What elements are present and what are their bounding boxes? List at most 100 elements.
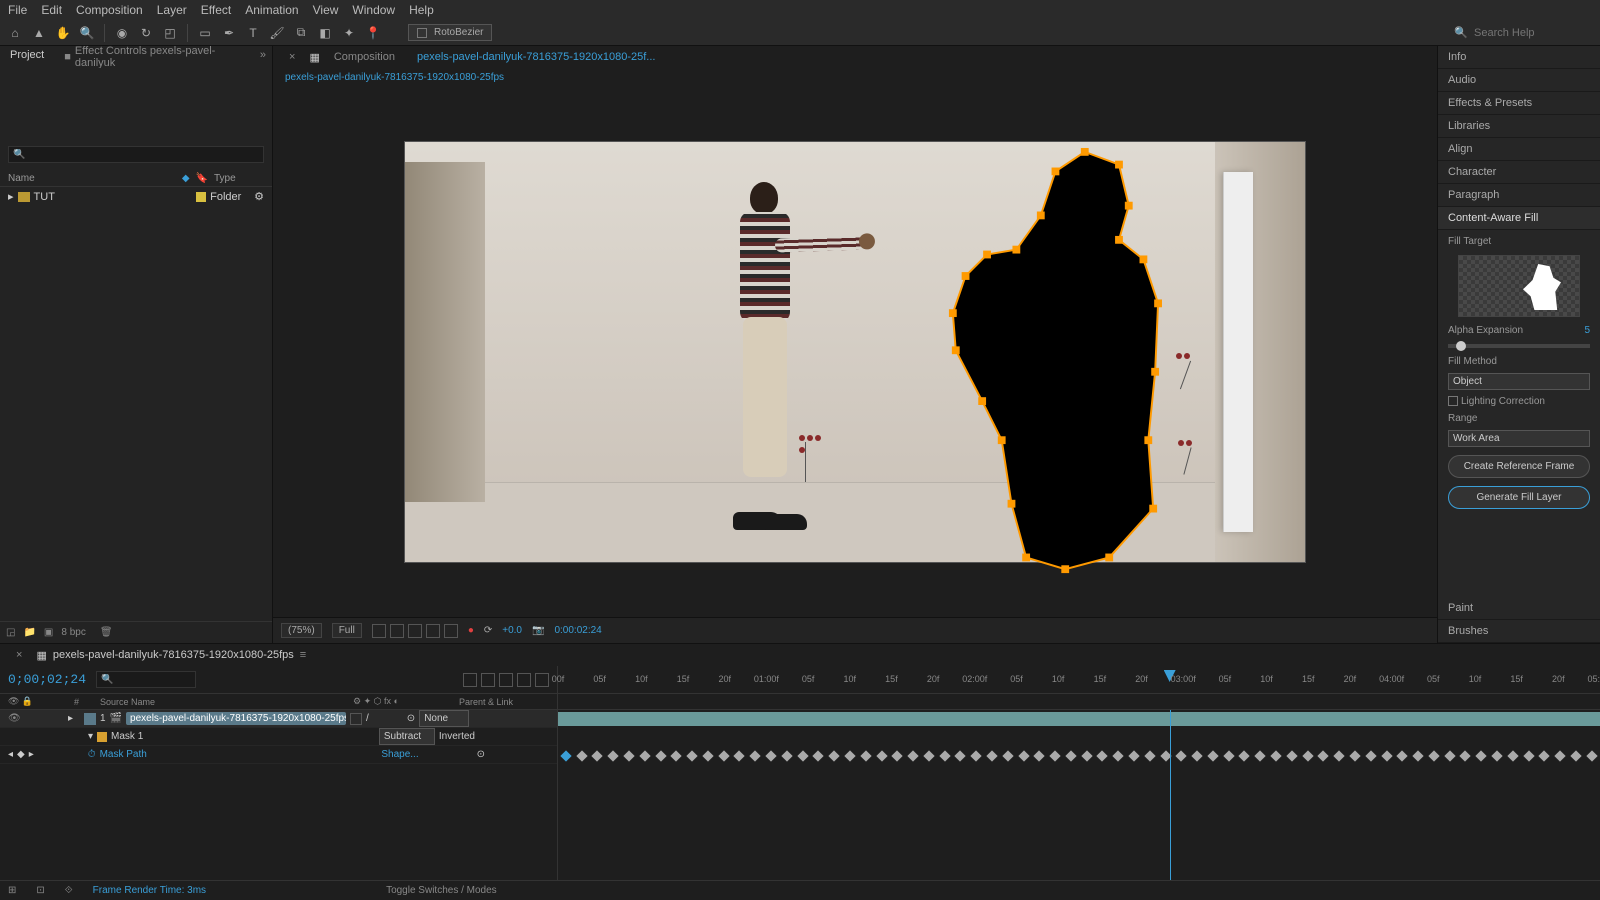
keyframe[interactable] [576, 750, 587, 761]
panel-character[interactable]: Character [1438, 161, 1600, 184]
keyframe[interactable] [1239, 750, 1250, 761]
fill-method-select[interactable]: Object [1448, 373, 1590, 390]
tl-tool-1[interactable] [463, 673, 477, 687]
keyframe[interactable] [986, 750, 997, 761]
vf-mask-icon[interactable] [390, 624, 404, 638]
keyframe[interactable] [623, 750, 634, 761]
generate-fill-layer-button[interactable]: Generate Fill Layer [1448, 486, 1590, 509]
mask-row[interactable]: ▾ Mask 1 Subtract Inverted [0, 728, 557, 746]
ruler-tick[interactable]: 10f [1260, 674, 1273, 684]
menu-help[interactable]: Help [409, 3, 434, 17]
hand-tool-icon[interactable]: ✋ [54, 24, 72, 42]
camera-tool-icon[interactable]: ◰ [161, 24, 179, 42]
range-select[interactable]: Work Area [1448, 430, 1590, 447]
menu-effect[interactable]: Effect [201, 3, 231, 17]
ruler-tick[interactable]: 20f [927, 674, 940, 684]
keyframe[interactable] [1255, 750, 1266, 761]
pen-tool-icon[interactable]: ✒ [220, 24, 238, 42]
vf-region-icon[interactable] [408, 624, 422, 638]
ruler-tick[interactable]: 01:00f [754, 674, 779, 684]
alpha-expansion-value[interactable]: 5 [1584, 325, 1590, 336]
keyframe[interactable] [1523, 750, 1534, 761]
search-help-input[interactable] [1474, 27, 1594, 39]
keyframe[interactable] [1065, 750, 1076, 761]
keyframe[interactable] [1034, 750, 1045, 761]
keyframe[interactable] [1570, 750, 1581, 761]
keyframe-track[interactable] [558, 748, 1600, 764]
panel-libraries[interactable]: Libraries [1438, 115, 1600, 138]
keyframe[interactable] [639, 750, 650, 761]
panel-paragraph[interactable]: Paragraph [1438, 184, 1600, 207]
text-tool-icon[interactable]: T [244, 24, 262, 42]
keyframe[interactable] [734, 750, 745, 761]
col-type[interactable]: Type [214, 173, 264, 184]
layer-row[interactable]: 👁 ▸ 1 🎬 pexels-pavel-danilyuk-7816375-19… [0, 710, 557, 728]
keyframe[interactable] [686, 750, 697, 761]
keyframe[interactable] [1270, 750, 1281, 761]
keyframe[interactable] [718, 750, 729, 761]
mask-inverted[interactable]: Inverted [439, 731, 475, 742]
keyframe[interactable] [797, 750, 808, 761]
keyframe[interactable] [765, 750, 776, 761]
col-source-name[interactable]: Source Name [100, 697, 347, 707]
vf-reset-icon[interactable]: ⟳ [484, 625, 492, 636]
keyframe[interactable] [971, 750, 982, 761]
menu-layer[interactable]: Layer [157, 3, 187, 17]
keyframe[interactable] [1223, 750, 1234, 761]
ruler-tick[interactable]: 00f [552, 674, 565, 684]
keyframe[interactable] [1397, 750, 1408, 761]
menu-edit[interactable]: Edit [41, 3, 62, 17]
ruler-tick[interactable]: 05:00f [1587, 674, 1600, 684]
keyframe[interactable] [923, 750, 934, 761]
keyframe[interactable] [1144, 750, 1155, 761]
tl-tool-3[interactable] [499, 673, 513, 687]
keyframe[interactable] [1097, 750, 1108, 761]
new-folder-icon[interactable]: 📁 [23, 627, 35, 638]
ruler-tick[interactable]: 10f [1469, 674, 1482, 684]
keyframe[interactable] [1491, 750, 1502, 761]
panel-effects-presets[interactable]: Effects & Presets [1438, 92, 1600, 115]
trash-icon[interactable]: 🗑 [100, 627, 113, 638]
keyframe[interactable] [781, 750, 792, 761]
brush-tool-icon[interactable]: 🖌 [268, 24, 286, 42]
ruler-tick[interactable]: 20f [1135, 674, 1148, 684]
col-parent-link[interactable]: Parent & Link [459, 697, 549, 707]
panel-align[interactable]: Align [1438, 138, 1600, 161]
tl-tool-5[interactable] [535, 673, 549, 687]
ruler-tick[interactable]: 20f [1344, 674, 1357, 684]
current-time[interactable]: 0:00:02:24 [554, 625, 601, 636]
selection-tool-icon[interactable]: ▲ [30, 24, 48, 42]
keyframe[interactable] [1018, 750, 1029, 761]
lighting-correction[interactable]: Lighting Correction [1448, 396, 1590, 407]
keyframe[interactable] [907, 750, 918, 761]
keyframe[interactable] [1349, 750, 1360, 761]
keyframe[interactable] [844, 750, 855, 761]
keyframe[interactable] [1128, 750, 1139, 761]
orbit-tool-icon[interactable]: ◉ [113, 24, 131, 42]
ruler-tick[interactable]: 20f [718, 674, 731, 684]
zoom-tool-icon[interactable]: 🔍 [78, 24, 96, 42]
shape-tool-icon[interactable]: ▭ [196, 24, 214, 42]
resolution-select[interactable]: Full [332, 623, 362, 638]
keyframe[interactable] [1002, 750, 1013, 761]
keyframe[interactable] [829, 750, 840, 761]
tl-footer-icon-2[interactable]: ⊡ [36, 885, 44, 896]
ruler-tick[interactable]: 05f [802, 674, 815, 684]
create-reference-frame-button[interactable]: Create Reference Frame [1448, 455, 1590, 478]
keyframe[interactable] [655, 750, 666, 761]
comp-tab-label[interactable]: Composition [326, 48, 403, 66]
ruler-tick[interactable]: 10f [843, 674, 856, 684]
keyframe[interactable] [1428, 750, 1439, 761]
keyframe[interactable] [592, 750, 603, 761]
parent-select[interactable]: None [419, 710, 469, 727]
vf-channel-icon[interactable]: ● [468, 625, 474, 636]
prev-keyframe-icon[interactable]: ◂ [8, 749, 13, 760]
playhead-line[interactable] [1170, 710, 1171, 880]
keyframe[interactable] [1381, 750, 1392, 761]
mask-color[interactable] [97, 732, 107, 742]
keyframe[interactable] [1207, 750, 1218, 761]
keyframe[interactable] [1365, 750, 1376, 761]
keyframe[interactable] [671, 750, 682, 761]
keyframe[interactable] [1081, 750, 1092, 761]
keyframe[interactable] [813, 750, 824, 761]
